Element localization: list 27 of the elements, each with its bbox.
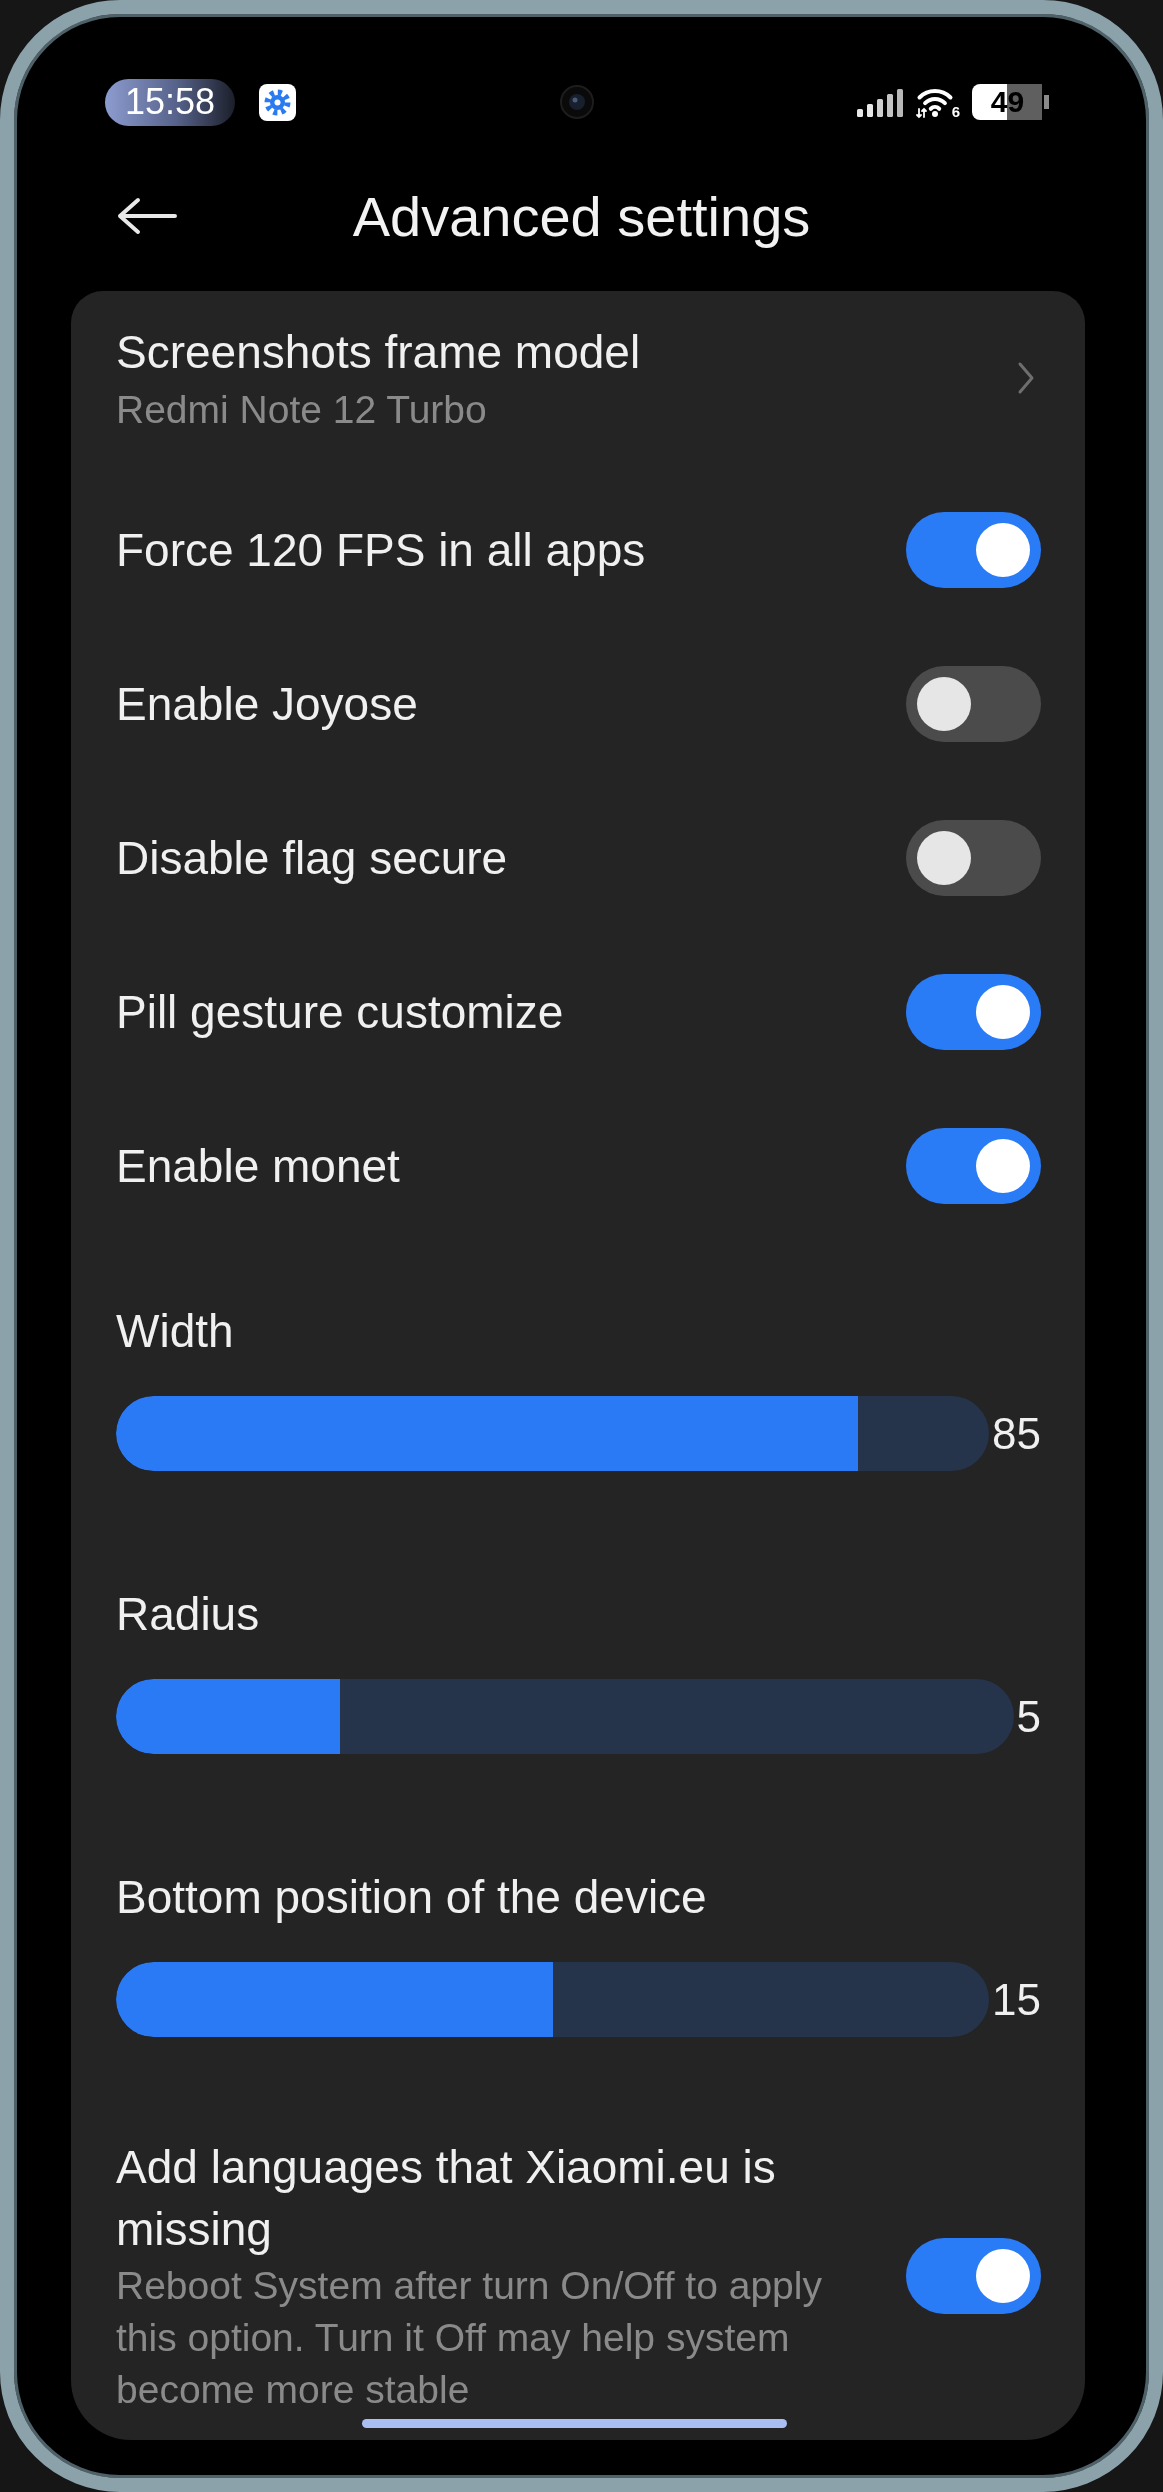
setting-title: Screenshots frame model (116, 325, 642, 380)
chevron-right-icon[interactable] (1017, 361, 1035, 395)
slider-label: Width (116, 1304, 235, 1359)
back-arrow-icon (116, 196, 178, 236)
slider-value: 15 (992, 1974, 1041, 2025)
page-title: Advanced settings (352, 183, 811, 249)
status-time: 15:58 (105, 78, 236, 126)
slider-value: 5 (1016, 1691, 1041, 1742)
setting-description: Reboot System after turn On/Off to apply this option. Turn it Off may help system become more stable (116, 2263, 823, 2413)
setting-description: Redmi Note 12 Turbo (116, 387, 488, 433)
setting-title: Pill gesture customize (116, 985, 565, 1040)
signal-icon (856, 87, 903, 117)
slider-label: Radius (116, 1587, 261, 1642)
slider-fill[interactable] (116, 1679, 341, 1754)
slider-label: Bottom position of the device (116, 1870, 708, 1925)
battery-indicator: 49 (972, 84, 1049, 120)
slider-value: 85 (992, 1408, 1041, 1459)
setting-title: Enable monet (116, 1139, 401, 1194)
setting-title: Add languages that Xiaomi.eu is missing (116, 2140, 777, 2257)
setting-title: Force 120 FPS in all apps (116, 523, 647, 578)
setting-title: Disable flag secure (116, 831, 509, 886)
slider-fill[interactable] (116, 1962, 553, 2037)
setting-title: Enable Joyose (116, 677, 419, 732)
settings-icon (259, 83, 297, 121)
front-camera-icon (560, 85, 594, 119)
back-button[interactable] (116, 196, 178, 236)
wifi-standard-label: 6 (951, 104, 960, 119)
